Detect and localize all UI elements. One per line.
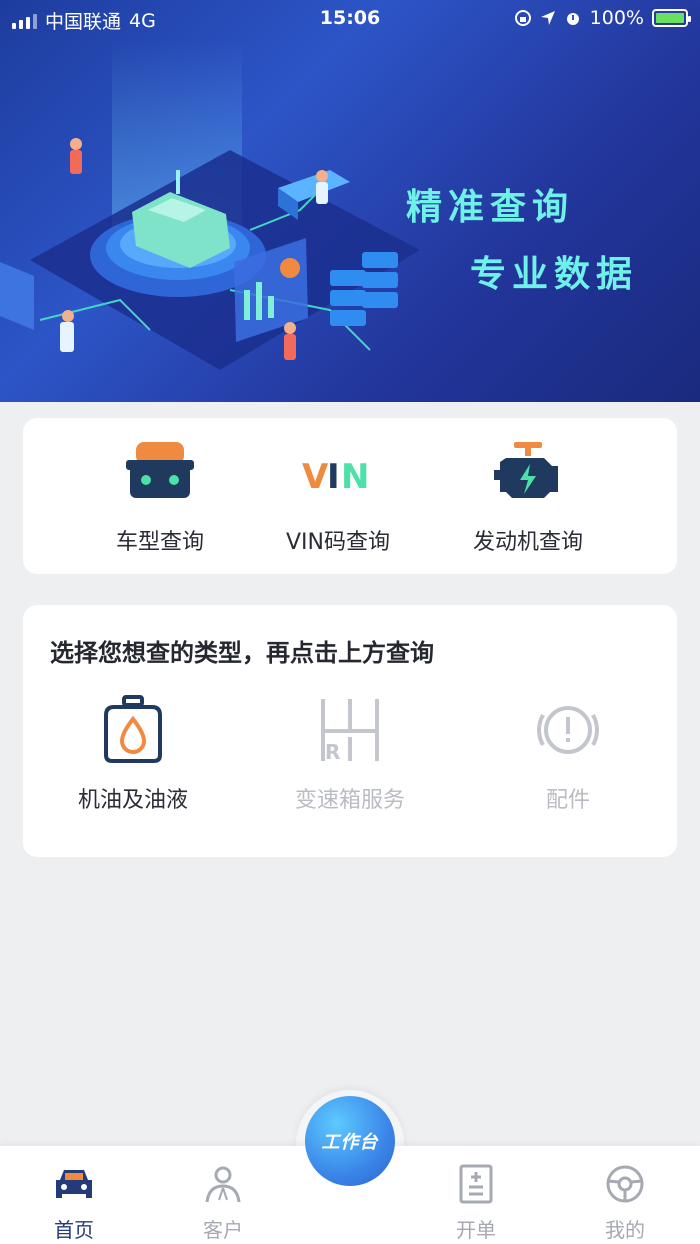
- tab-orders[interactable]: 开单: [416, 1146, 536, 1244]
- steering-wheel-icon: [606, 1165, 644, 1203]
- tab-mine[interactable]: 我的: [565, 1146, 685, 1244]
- vin-icon: V I N: [302, 457, 369, 497]
- engine-query[interactable]: 发动机查询: [428, 418, 628, 574]
- type-gearbox-service-label: 变速箱服务: [294, 788, 405, 813]
- type-select-card: 选择您想查的类型，再点击上方查询 机油及油液 R 变速箱服务 配件: [23, 605, 677, 857]
- svg-text:I: I: [327, 457, 340, 497]
- battery-icon: [652, 9, 691, 27]
- engine-query-label: 发动机查询: [472, 530, 583, 555]
- vin-query-label: VIN码查询: [286, 530, 390, 555]
- car-front-icon: [126, 442, 194, 498]
- type-parts-label: 配件: [545, 788, 590, 813]
- vehicle-model-query[interactable]: 车型查询: [60, 418, 260, 574]
- vehicle-model-query-label: 车型查询: [115, 530, 204, 555]
- type-oil-fluids[interactable]: 机油及油液: [23, 690, 243, 820]
- tab-customers-label: 客户: [203, 1218, 243, 1242]
- vin-query[interactable]: V I N VIN码查询: [238, 418, 438, 574]
- banner-illustration: [0, 138, 420, 370]
- banner-headline-2: 专业数据: [470, 254, 639, 295]
- workbench-button[interactable]: 工作台: [305, 1096, 395, 1186]
- battery-percent: 100%: [589, 7, 644, 29]
- banner-headline-1: 精准查询: [406, 187, 575, 228]
- tab-home[interactable]: 首页: [14, 1146, 134, 1244]
- svg-text:R: R: [325, 740, 340, 764]
- location-icon: [540, 11, 555, 25]
- tab-mine-label: 我的: [605, 1218, 645, 1242]
- orientation-lock-icon: [514, 10, 531, 26]
- workbench-button-label: 工作台: [321, 1132, 379, 1153]
- svg-text:N: N: [341, 457, 369, 497]
- car-icon: [56, 1170, 92, 1198]
- alert-circle-icon: [537, 706, 599, 754]
- tab-orders-label: 开单: [456, 1218, 496, 1242]
- engine-icon: [494, 442, 558, 498]
- query-card: 车型查询 V I N VIN码查询 发动机查询: [23, 418, 677, 574]
- type-gearbox-service[interactable]: R 变速箱服务: [240, 690, 460, 820]
- alarm-icon: [566, 13, 579, 25]
- status-bar: 中国联通 4G 15:06 100%: [0, 0, 700, 36]
- user-icon: [205, 1166, 241, 1203]
- hero-banner: 精准查询 专业数据: [0, 0, 700, 402]
- type-oil-fluids-label: 机油及油液: [77, 788, 188, 813]
- type-select-title: 选择您想查的类型，再点击上方查询: [50, 639, 434, 667]
- tab-customers[interactable]: 客户: [163, 1146, 283, 1244]
- type-parts[interactable]: 配件: [458, 690, 678, 820]
- document-icon: [459, 1164, 493, 1204]
- svg-text:V: V: [302, 457, 329, 497]
- tab-home-label: 首页: [54, 1218, 94, 1242]
- gearbox-icon: R: [321, 699, 379, 764]
- oil-can-icon: [104, 695, 162, 763]
